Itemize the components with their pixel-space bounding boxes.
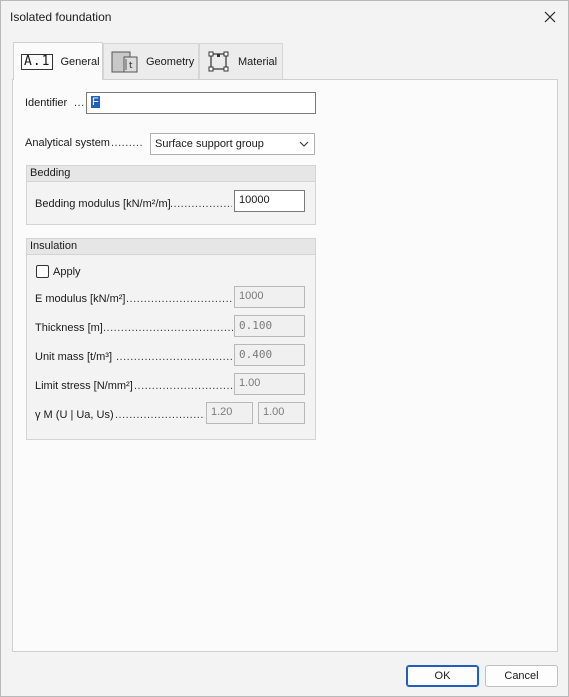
identifier-input[interactable]: F: [86, 92, 316, 114]
e-modulus-dots: ..................................: [126, 293, 233, 305]
chevron-down-icon: [299, 141, 309, 147]
tab-material[interactable]: Material: [199, 43, 283, 80]
tab-geometry[interactable]: t Geometry: [103, 43, 199, 80]
gamma-m-label: γ M (U | Ua, Us): [35, 409, 114, 421]
limit-stress-dots: ..............................: [134, 380, 233, 392]
apply-label: Apply: [53, 266, 81, 278]
gamma-m-dots: ...........................: [115, 409, 205, 421]
tab-general[interactable]: A.1 General: [13, 42, 103, 80]
window-title: Isolated foundation: [10, 10, 112, 24]
svg-text:t: t: [129, 61, 133, 71]
dialog-window: Isolated foundation A.1 General t Geomet…: [0, 0, 569, 697]
apply-checkbox[interactable]: [36, 265, 49, 278]
identifier-label: Identifier: [25, 97, 68, 109]
bedding-modulus-dots: ...................: [170, 198, 232, 210]
thickness-input[interactable]: 0.100: [234, 315, 305, 337]
limit-stress-input[interactable]: 1.00: [234, 373, 305, 395]
thickness-label: Thickness [m]: [35, 322, 103, 334]
title-bar: Isolated foundation: [1, 1, 568, 33]
cancel-button[interactable]: Cancel: [485, 665, 558, 687]
analytical-system-value: Surface support group: [155, 138, 264, 150]
unit-mass-label: Unit mass [t/m³]: [35, 351, 113, 363]
bedding-modulus-label: Bedding modulus [kN/m²/m]: [35, 198, 171, 210]
thickness-dots: ........................................: [103, 322, 233, 334]
gamma-m-u-input[interactable]: 1.20: [206, 402, 253, 424]
analytical-system-dots: .........: [111, 137, 144, 149]
identifier-value: F: [91, 96, 100, 108]
insulation-group-title: Insulation: [27, 239, 315, 255]
close-icon: [544, 11, 556, 23]
material-icon: [208, 51, 229, 72]
close-button[interactable]: [540, 7, 560, 27]
insulation-group: Insulation Apply E modulus [kN/m²] .....…: [26, 238, 316, 440]
a1-icon: A.1: [21, 53, 54, 70]
tab-geometry-label: Geometry: [146, 56, 195, 68]
limit-stress-label: Limit stress [N/mm²]: [35, 380, 133, 392]
bedding-group: Bedding Bedding modulus [kN/m²/m] ......…: [26, 165, 316, 225]
geometry-icon: t: [111, 51, 138, 73]
analytical-system-select[interactable]: Surface support group: [150, 133, 315, 155]
ok-button[interactable]: OK: [406, 665, 479, 687]
unit-mass-dots: ..................................: [116, 351, 233, 363]
identifier-dots: ...: [74, 97, 85, 109]
bedding-modulus-input[interactable]: 10000: [234, 190, 305, 212]
unit-mass-input[interactable]: 0.400: [234, 344, 305, 366]
bedding-group-title: Bedding: [27, 166, 315, 182]
e-modulus-label: E modulus [kN/m²]: [35, 293, 126, 305]
analytical-system-label: Analytical system: [25, 137, 110, 149]
general-panel: Identifier ... F Analytical system .....…: [12, 79, 558, 652]
gamma-m-ua-us-input[interactable]: 1.00: [258, 402, 305, 424]
tab-general-label: General: [60, 55, 100, 68]
tab-material-label: Material: [238, 56, 278, 68]
e-modulus-input[interactable]: 1000: [234, 286, 305, 308]
